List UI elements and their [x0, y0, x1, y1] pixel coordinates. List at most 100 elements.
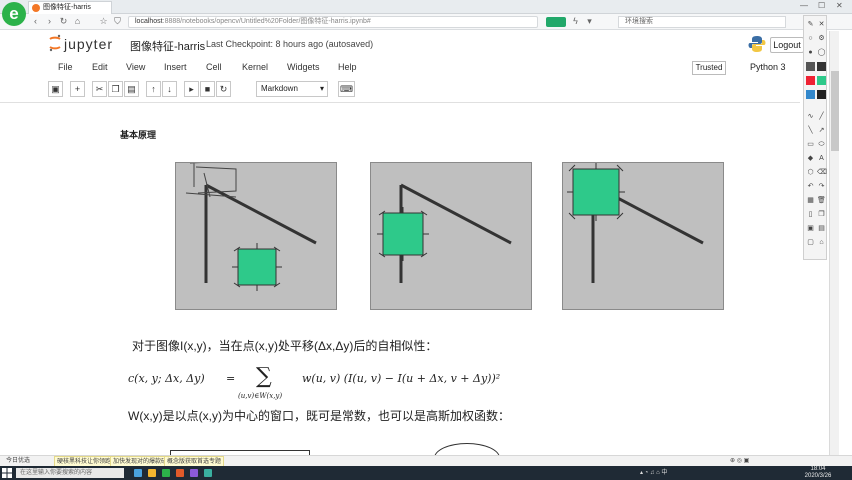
star-icon[interactable]: ☆ — [98, 16, 109, 27]
eraser-icon[interactable]: ⌫ — [817, 168, 827, 177]
restart-icon[interactable]: ↻ — [216, 81, 231, 97]
color-black-icon[interactable] — [806, 62, 815, 71]
taskview-icon[interactable] — [134, 469, 142, 477]
taskbar-search-input[interactable]: 在这里输入你要搜索的内容 — [16, 468, 124, 478]
back-icon[interactable]: ‹ — [30, 16, 41, 26]
marker-icon[interactable]: ╱ — [817, 112, 826, 121]
image-icon[interactable]: ▤ — [817, 224, 826, 233]
trusted-badge[interactable]: Trusted — [692, 61, 726, 75]
self-similarity-formula: c(x, y; Δx, Δy) = ∑ (u,v)∈W(x,y) w(u, v)… — [128, 364, 548, 404]
add-cell-icon[interactable]: + — [70, 81, 85, 97]
vertical-scrollbar[interactable] — [829, 31, 839, 455]
lightning-icon[interactable]: ϟ — [570, 16, 581, 26]
close-icon[interactable]: ✕ — [836, 1, 843, 10]
copy-tool-icon[interactable]: ❐ — [817, 210, 826, 219]
maximize-icon[interactable]: ☐ — [818, 1, 825, 10]
status-left[interactable]: 今日优选 — [6, 456, 30, 466]
url-input[interactable]: localhost:8888/notebooks/opencv/Untitled… — [128, 16, 538, 28]
cut-icon[interactable]: ✂ — [92, 81, 107, 97]
circle-outline-icon[interactable]: ◯ — [817, 48, 826, 57]
lock-icon[interactable]: ⌂ — [817, 238, 826, 247]
ellipse-icon[interactable]: ⬭ — [817, 140, 826, 149]
tab-title: 图像特征-harris — [43, 4, 91, 11]
shape-icon[interactable]: ⬡ — [806, 168, 815, 177]
close-tool-icon[interactable]: ✕ — [817, 20, 826, 29]
cell-type-select[interactable]: Markdown — [256, 81, 328, 97]
menu-edit[interactable]: Edit — [92, 62, 108, 72]
menu-cell[interactable]: Cell — [206, 62, 222, 72]
harris-diagram-flat — [175, 162, 337, 310]
run-icon[interactable]: ▸ — [184, 81, 199, 97]
color-blue-icon[interactable] — [806, 90, 815, 99]
zoom-icon[interactable]: ⊕ ◎ ▣ — [730, 456, 749, 466]
color-green-icon[interactable] — [817, 76, 826, 85]
circle-tool-icon[interactable]: ○ — [806, 34, 815, 43]
file-icon[interactable]: ▯ — [806, 210, 815, 219]
grid-icon[interactable]: ▦ — [806, 196, 815, 205]
dropdown-icon[interactable]: ▾ — [584, 16, 595, 27]
menu-insert[interactable]: Insert — [164, 62, 187, 72]
copy-icon[interactable]: ❐ — [108, 81, 123, 97]
menubar: File Edit View Insert Cell Kernel Widget… — [0, 59, 822, 77]
save-icon[interactable]: ▣ — [48, 81, 63, 97]
app2-icon[interactable] — [190, 469, 198, 477]
clock-date: 2020/3/26 — [804, 473, 832, 479]
fill-icon[interactable]: ◆ — [806, 154, 815, 163]
app3-icon[interactable] — [204, 469, 212, 477]
jupyter-logo-icon[interactable] — [48, 34, 62, 52]
save-tool-icon[interactable]: ▣ — [806, 224, 815, 233]
pen-icon[interactable]: ✎ — [806, 20, 815, 29]
scrollbar-thumb[interactable] — [831, 71, 839, 151]
browser-tab[interactable]: 图像特征-harris — [28, 1, 112, 14]
app-icon[interactable] — [176, 469, 184, 477]
harris-diagram-corner — [562, 162, 724, 310]
python-logo-icon — [748, 36, 766, 52]
search-input[interactable]: 环境搜索 — [618, 16, 786, 28]
move-up-icon[interactable]: ↑ — [146, 81, 161, 97]
kernel-name[interactable]: Python 3 — [750, 62, 786, 72]
system-tray[interactable]: ▴ ◔ ♫ ⌂ 中 — [640, 467, 667, 476]
jupyter-wordmark: jupyter — [64, 36, 114, 52]
address-bar: ‹ › ↻ ⌂ ☆ ⛉ localhost:8888/notebooks/ope… — [0, 14, 852, 30]
summation-subscript: (u,v)∈W(x,y) — [238, 392, 283, 400]
forward-icon[interactable]: › — [44, 16, 55, 26]
menu-kernel[interactable]: Kernel — [242, 62, 268, 72]
taskbar-clock[interactable]: 18:04 2020/3/26 — [800, 466, 836, 480]
color-black2-icon[interactable] — [817, 90, 826, 99]
refresh-icon[interactable]: ↻ — [58, 16, 69, 27]
menu-file[interactable]: File — [58, 62, 73, 72]
notebook-title[interactable]: 图像特征-harris — [130, 38, 205, 54]
color-red-icon[interactable] — [806, 76, 815, 85]
jupyter-favicon-icon — [32, 4, 40, 12]
minimize-icon[interactable]: — — [800, 1, 808, 10]
color-dark-icon[interactable] — [817, 62, 826, 71]
settings-icon[interactable]: ⚙ — [817, 34, 826, 43]
extension-badge-icon[interactable] — [546, 17, 566, 27]
formula-intro: 对于图像I(x,y)，当在点(x,y)处平移(Δx,Δy)后的自相似性： — [132, 339, 438, 353]
text-icon[interactable]: A — [817, 154, 826, 163]
paste-icon[interactable]: ▤ — [124, 81, 139, 97]
arrow-icon[interactable]: ↗ — [817, 126, 826, 135]
logout-button[interactable]: Logout — [770, 37, 804, 53]
redo-icon[interactable]: ↷ — [817, 182, 826, 191]
keyboard-icon[interactable]: ⌨ — [338, 81, 355, 97]
formula-equals: = — [226, 372, 236, 385]
dot-icon[interactable]: ● — [806, 48, 815, 57]
line-icon[interactable]: ╲ — [806, 126, 815, 135]
diagram-flat-drawing — [185, 163, 317, 291]
move-down-icon[interactable]: ↓ — [162, 81, 177, 97]
menu-widgets[interactable]: Widgets — [287, 62, 320, 72]
monitor-icon[interactable]: ▢ — [806, 238, 815, 247]
menu-view[interactable]: View — [126, 62, 145, 72]
stop-icon[interactable]: ■ — [200, 81, 215, 97]
windows-start-icon[interactable] — [2, 468, 12, 478]
rect-icon[interactable]: ▭ — [806, 140, 815, 149]
harris-diagram-edge — [370, 162, 532, 310]
home-icon[interactable]: ⌂ — [72, 16, 83, 26]
undo-icon[interactable]: ↶ — [806, 182, 815, 191]
folder-icon[interactable] — [148, 469, 156, 477]
browser-taskbar-icon[interactable] — [162, 469, 170, 477]
menu-help[interactable]: Help — [338, 62, 357, 72]
trash-icon[interactable]: 🗑 — [817, 196, 826, 205]
curve-icon[interactable]: ∿ — [806, 112, 815, 121]
